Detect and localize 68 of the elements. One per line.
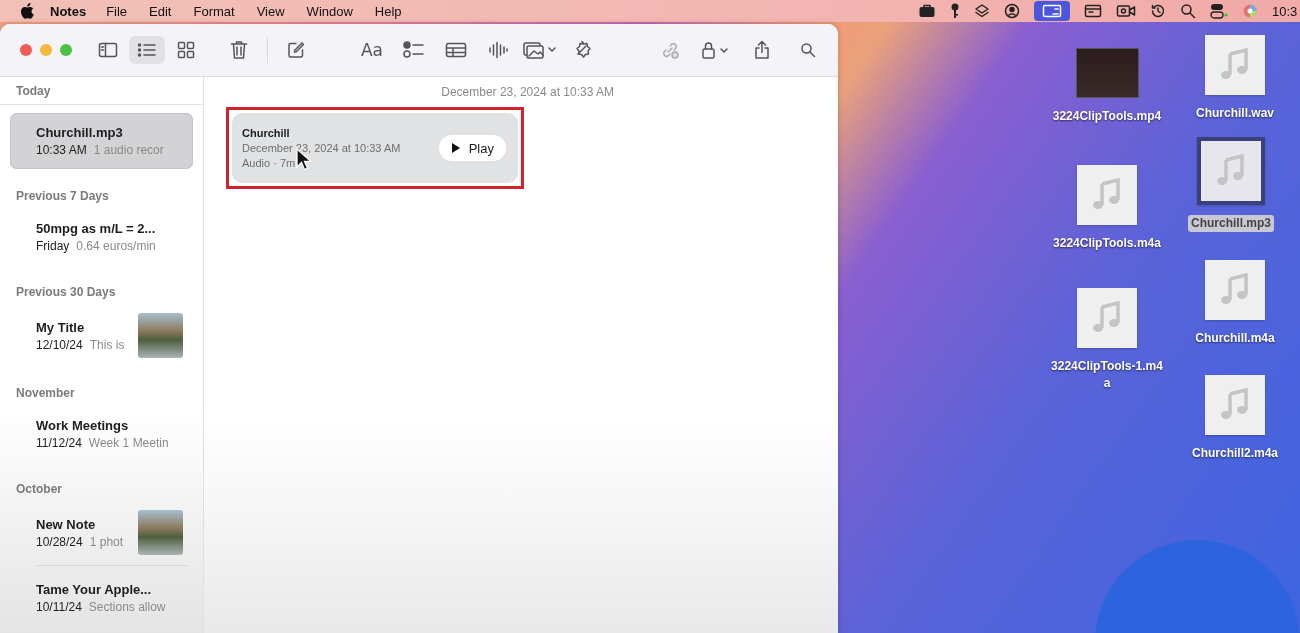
video-thumbnail[interactable] — [1075, 48, 1139, 98]
section-header: Previous 30 Days — [15, 284, 117, 301]
file-name[interactable]: Churchill.m4a — [1178, 330, 1292, 347]
key-icon[interactable] — [950, 3, 960, 19]
account-icon[interactable] — [1004, 3, 1020, 19]
list-view-button[interactable] — [129, 36, 165, 64]
audio-title: Churchill — [242, 127, 291, 139]
note-date: Friday — [36, 239, 70, 253]
note-preview: Sections allow — [88, 600, 166, 614]
file-name[interactable]: 3224ClipTools-1.m4a — [1050, 358, 1164, 392]
menu-item[interactable]: Format — [193, 3, 235, 19]
file-name[interactable]: 3224ClipTools.m4a — [1050, 235, 1164, 252]
music-file-icon[interactable] — [1197, 137, 1265, 205]
note-date: 10/28/24 — [36, 534, 83, 549]
note-title: Churchill.mp3 — [36, 125, 124, 140]
note-list-item[interactable]: 50mpg as m/L = 2... Friday 0.64 euros/min — [10, 209, 193, 265]
menu-item[interactable]: Help — [374, 3, 402, 19]
note-date: 10/11/24 — [36, 600, 82, 614]
layers-icon[interactable] — [974, 3, 990, 19]
file-name[interactable]: Churchill.mp3 — [1188, 215, 1274, 232]
note-title: Work Meetings — [36, 418, 130, 433]
note-list-item[interactable]: Work Meetings 11/12/24 Week 1 Meetin — [10, 406, 193, 462]
control-center-icon[interactable] — [1210, 3, 1228, 19]
note-preview: 1 audio recor — [93, 143, 164, 157]
audio-meta: Audio · 7m — [242, 157, 297, 169]
apple-logo-icon[interactable] — [20, 3, 34, 19]
menu-bar-clock: 10:3 — [1272, 3, 1299, 19]
note-preview: Week 1 Meetin — [88, 436, 169, 450]
file-name[interactable]: Churchill2.m4a — [1178, 445, 1292, 462]
note-list-item[interactable]: New Note 10/28/24 1 phot — [10, 502, 193, 563]
note-list-item[interactable]: Tame Your Apple... 10/11/24 Sections allow — [10, 570, 193, 626]
note-list-item[interactable]: My Title 12/10/24 This is — [10, 305, 193, 366]
note-preview: 1 phot — [89, 534, 124, 549]
menu-item[interactable]: File — [106, 3, 128, 19]
briefcase-icon[interactable] — [918, 3, 936, 19]
screen-sharing-button[interactable] — [1034, 1, 1070, 21]
search-icon[interactable] — [1180, 3, 1196, 19]
note-title: Tame Your Apple... — [36, 582, 153, 597]
play-button[interactable]: Play — [438, 135, 506, 161]
color-wheel-icon[interactable] — [1242, 3, 1258, 19]
note-date-header: December 23, 2024 at 10:33 AM — [440, 85, 615, 99]
close-window-button[interactable] — [20, 44, 32, 56]
note-preview: This is — [89, 337, 125, 352]
play-icon — [450, 142, 461, 154]
grid-icon — [177, 41, 195, 59]
format-button[interactable]: Aa — [354, 36, 390, 64]
note-list-item[interactable]: Churchill.mp3 10:33 AM 1 audio recor — [10, 113, 193, 169]
note-date: 12/10/24 — [36, 337, 83, 352]
section-header: Previous 7 Days — [15, 188, 110, 205]
clock-history-icon[interactable] — [1150, 3, 1166, 19]
menu-item[interactable]: View — [256, 3, 285, 19]
section-header: November — [15, 385, 76, 402]
note-date: 11/12/24 — [36, 436, 82, 450]
menu-item[interactable]: Edit — [149, 3, 172, 19]
section-header: Today — [0, 77, 203, 105]
section-header: October — [15, 481, 63, 498]
app-menu[interactable]: Notes — [50, 3, 87, 19]
note-title: New Note — [36, 516, 97, 532]
note-title: 50mpg as m/L = 2... — [36, 221, 156, 236]
file-name[interactable]: 3224ClipTools.mp4 — [1050, 108, 1164, 125]
list-icon — [137, 42, 157, 58]
camera-icon[interactable] — [1116, 4, 1136, 18]
menu-item[interactable]: Window — [306, 3, 353, 19]
note-title: My Title — [36, 319, 86, 335]
note-preview: 0.64 euros/min — [76, 239, 156, 253]
window-panel-icon[interactable] — [1084, 4, 1102, 18]
file-name[interactable]: Churchill.wav — [1178, 105, 1292, 122]
note-date: 10:33 AM — [36, 143, 87, 157]
